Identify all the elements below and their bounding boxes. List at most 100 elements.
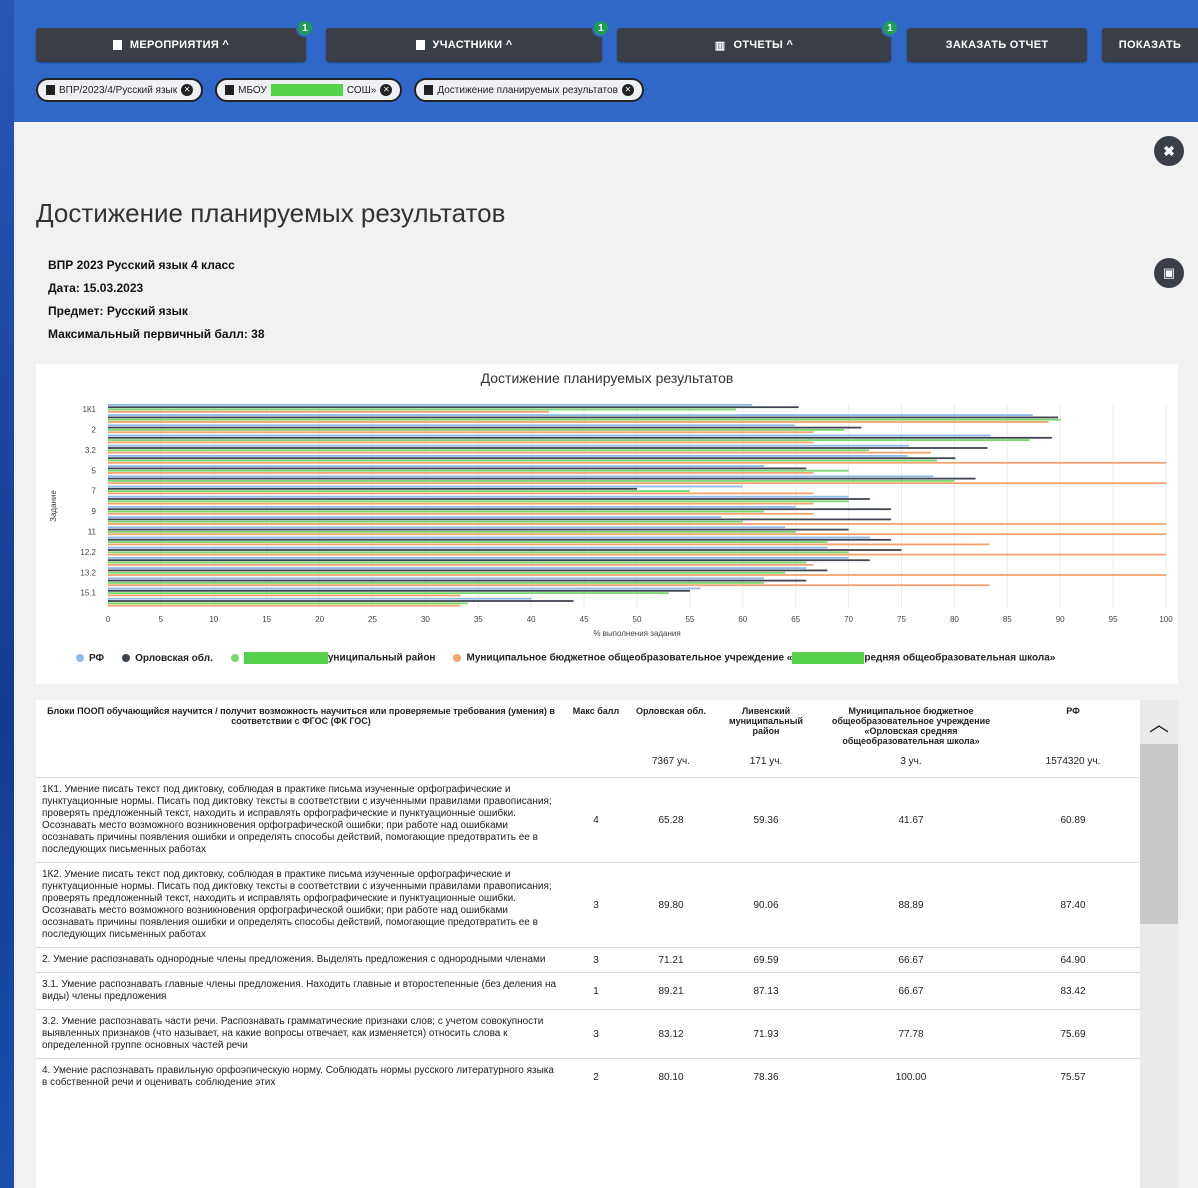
x-tick-label: 50 [633, 615, 642, 624]
bar-mark [108, 512, 814, 515]
bar-mark [108, 561, 807, 564]
legend-item-rf[interactable]: РФ [76, 653, 104, 664]
scrollbar-thumb[interactable] [1140, 744, 1178, 924]
reports-dropdown-button[interactable]: ▥ ОТЧЕТЫ ^ 1 [617, 19, 899, 62]
row-description: 3.2. Умение распознавать части речи. Рас… [36, 1009, 566, 1059]
report-panel: ✖ Достижение планируемых результатов ▣ В… [14, 122, 1198, 1188]
participants-label: УЧАСТНИКИ ^ [432, 39, 513, 51]
bar-mark [108, 508, 891, 511]
bar-mark [108, 449, 870, 452]
chip-event[interactable]: ВПР/2023/4/Русский язык ✕ [36, 78, 204, 102]
save-button[interactable]: ▣ [1154, 258, 1184, 288]
show-button[interactable]: ПОКАЗАТЬ [1102, 28, 1198, 62]
row-oblast: 65.28 [626, 777, 716, 863]
row-rf: 87.40 [1006, 862, 1140, 948]
bar-mark [108, 455, 908, 457]
legend-item-municipal[interactable]: униципальный район [230, 652, 435, 664]
remove-chip-icon[interactable]: ✕ [380, 84, 393, 96]
row-municipal: 69.59 [716, 947, 816, 973]
row-municipal: 78.36 [716, 1058, 816, 1095]
bar-mark [108, 604, 461, 607]
legend-item-school[interactable]: Муниципальное бюджетное общеобразователь… [453, 652, 1055, 664]
bar-mark [108, 408, 737, 411]
report-meta: ВПР 2023 Русский язык 4 класс Дата: 15.0… [48, 254, 265, 346]
x-tick-label: 95 [1109, 615, 1118, 624]
bar-mark [108, 500, 849, 503]
x-tick-label: 45 [580, 615, 589, 624]
order-report-button[interactable]: ЗАКАЗАТЬ ОТЧЕТ [907, 28, 1087, 62]
bar-mark [108, 577, 764, 580]
col-rf: РФ [1066, 706, 1080, 716]
bar-mark [108, 482, 1166, 485]
bar-mark [108, 541, 828, 543]
x-tick-label: 80 [950, 615, 959, 624]
scroll-up-icon[interactable]: ︿ [1140, 708, 1178, 737]
participants-dropdown-button[interactable]: УЧАСТНИКИ ^ 1 [326, 19, 610, 62]
chip-report[interactable]: Достижение планируемых результатов ✕ [414, 78, 644, 102]
row-school: 66.67 [816, 972, 1006, 1010]
bar-mark [108, 429, 845, 431]
y-tick-label: 15.1 [80, 589, 96, 598]
y-tick-label: 5 [92, 466, 97, 475]
bar-mark [108, 516, 722, 518]
bar-mark [108, 582, 764, 584]
x-tick-label: 100 [1159, 615, 1173, 624]
bar-mark [108, 480, 955, 482]
bar-mark [108, 543, 990, 546]
row-municipal: 59.36 [716, 777, 816, 863]
bar-mark [108, 444, 909, 447]
bar-mark [108, 459, 938, 462]
results-table: Блоки ПООП обучающийся научится / получи… [36, 700, 1140, 1095]
bar-mark [108, 584, 990, 587]
bar-mark [108, 487, 637, 490]
row-rf: 64.90 [1006, 947, 1140, 973]
bar-mark [108, 546, 828, 549]
bar-mark [108, 553, 1166, 556]
close-button[interactable]: ✖ [1154, 136, 1184, 166]
table-scrollbar[interactable]: ︿ [1140, 700, 1178, 1188]
bar-mark [108, 569, 828, 572]
table-row: 1К1. Умение писать текст под диктовку, с… [36, 777, 1140, 863]
y-tick-label: 1К1 [82, 405, 96, 414]
remove-chip-icon[interactable]: ✕ [181, 84, 194, 96]
bar-mark [108, 424, 795, 427]
bar-mark [108, 531, 796, 533]
row-oblast: 89.21 [626, 972, 716, 1010]
x-tick-label: 15 [262, 615, 271, 624]
bar-mark [108, 426, 862, 429]
legend-item-oblast[interactable]: Орловская обл. [122, 653, 213, 664]
row-municipal: 90.06 [716, 862, 816, 948]
bar-mark [108, 457, 956, 460]
bar-mark [108, 434, 991, 437]
col-blocks: Блоки ПООП обучающийся научится / получи… [47, 706, 555, 726]
x-tick-label: 40 [527, 615, 536, 624]
row-oblast: 83.12 [626, 1009, 716, 1059]
reports-label: ОТЧЕТЫ ^ [733, 39, 794, 51]
remove-chip-icon[interactable]: ✕ [621, 84, 634, 96]
bar-mark [108, 467, 807, 470]
bar-mark [108, 549, 902, 551]
x-tick-label: 90 [1056, 615, 1065, 624]
bar-mark [108, 551, 849, 554]
bar-mark [108, 563, 814, 566]
events-count-badge: 1 [296, 19, 314, 37]
chip-school[interactable]: МБОУ СОШ» ✕ [215, 78, 403, 102]
meta-exam: ВПР 2023 Русский язык 4 класс [48, 258, 235, 272]
bar-mark [108, 439, 1030, 441]
row-municipal: 71.93 [716, 1009, 816, 1059]
table-row: 3.2. Умение распознавать части речи. Рас… [36, 1009, 1140, 1059]
table-row: 1К2. Умение писать текст под диктовку, с… [36, 862, 1140, 948]
bar-mark [108, 406, 799, 409]
file-icon [225, 85, 235, 95]
x-tick-label: 60 [738, 615, 747, 624]
results-table-wrapper: Блоки ПООП обучающийся научится / получи… [36, 700, 1140, 1188]
y-tick-label: 13.2 [80, 568, 96, 577]
count-municipal: 171 уч. [749, 756, 783, 767]
bar-mark [108, 431, 814, 434]
bar-mark [108, 498, 870, 500]
row-max: 1 [566, 972, 626, 1010]
row-oblast: 80.10 [626, 1058, 716, 1095]
events-dropdown-button[interactable]: МЕРОПРИЯТИЯ ^ 1 [36, 19, 314, 62]
bar-mark [108, 436, 1052, 439]
row-max: 3 [566, 862, 626, 948]
